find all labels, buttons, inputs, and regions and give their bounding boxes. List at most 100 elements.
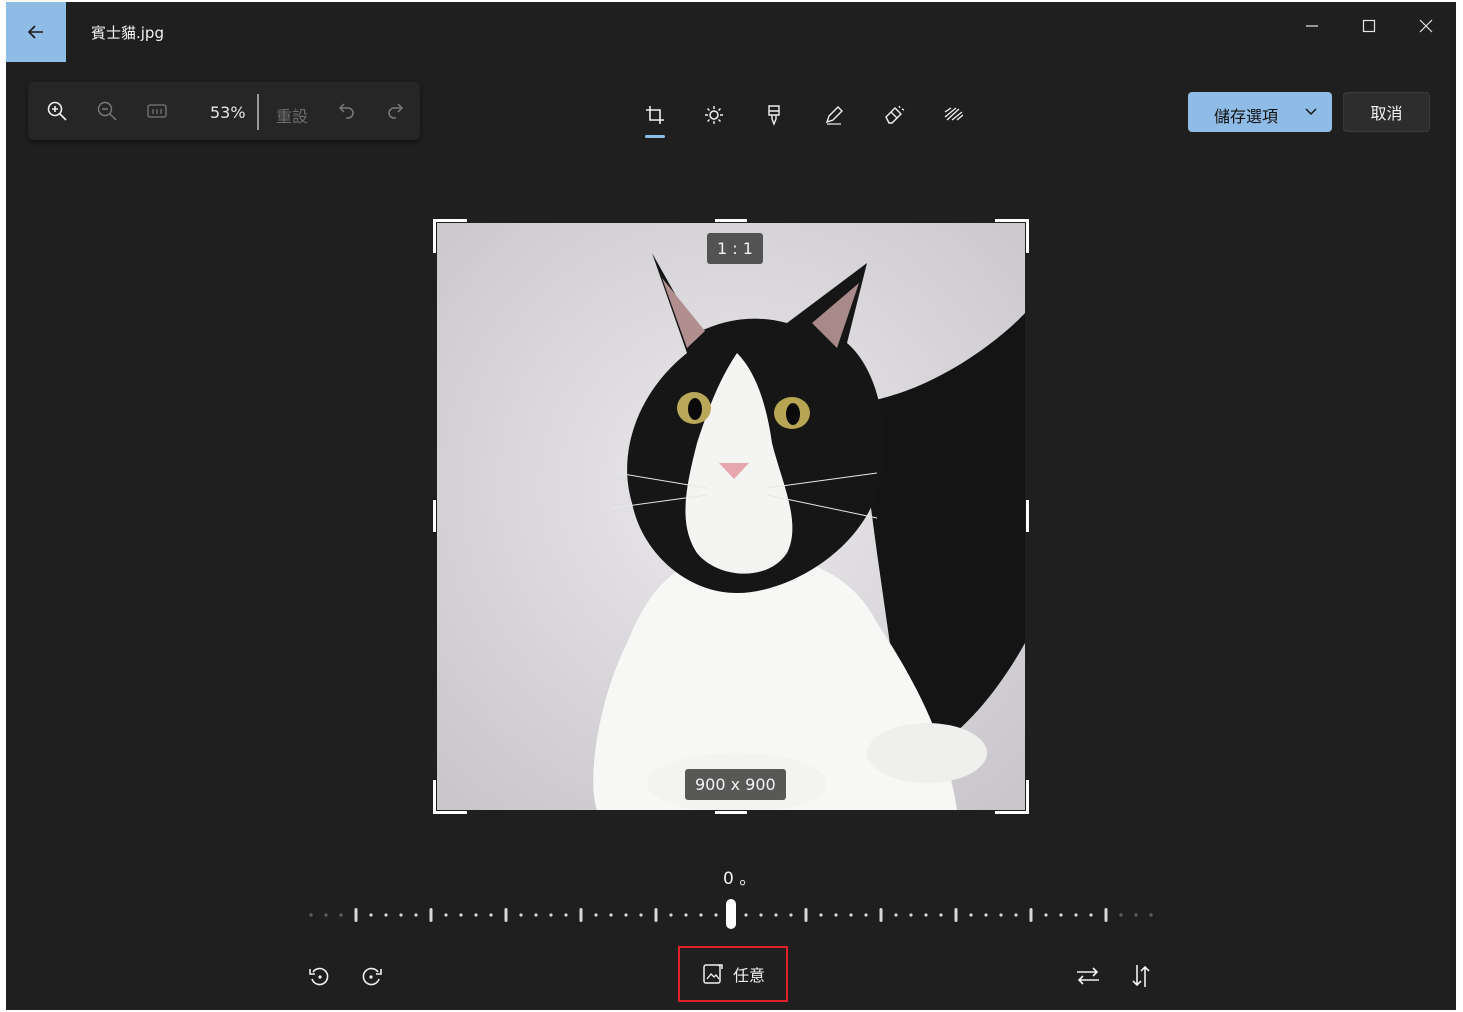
- zoom-out-button[interactable]: [92, 96, 122, 126]
- maximize-icon: [1362, 19, 1376, 33]
- ruler-major-tick: [954, 908, 958, 922]
- adjust-tool-button[interactable]: [696, 97, 732, 133]
- flip-vertical-button[interactable]: [1125, 960, 1157, 992]
- ruler-minor-tick: [909, 913, 913, 917]
- ruler-minor-tick: [699, 913, 703, 917]
- ruler-major-tick: [504, 908, 508, 922]
- undo-icon: [338, 103, 354, 119]
- ruler-minor-tick: [534, 913, 538, 917]
- ruler-minor-tick: [834, 913, 838, 917]
- redo-button[interactable]: [380, 96, 410, 126]
- ruler-minor-tick: [1119, 913, 1123, 917]
- ruler-major-tick: [429, 908, 433, 922]
- ruler-minor-tick: [1089, 913, 1093, 917]
- ruler-minor-tick: [759, 913, 763, 917]
- flip-horizontal-icon: [1077, 967, 1099, 985]
- ruler-major-tick: [879, 908, 883, 922]
- ruler-minor-tick: [714, 913, 718, 917]
- crop-handle-bottom-left[interactable]: [433, 811, 467, 814]
- flip-horizontal-button[interactable]: [1072, 960, 1104, 992]
- ruler-major-tick: [804, 908, 808, 922]
- ruler-minor-tick: [924, 913, 928, 917]
- rotate-right-button[interactable]: [356, 960, 388, 992]
- rotate-right-icon: [362, 967, 382, 986]
- zoom-percentage: 53%: [210, 103, 246, 122]
- ruler-minor-tick: [624, 913, 628, 917]
- crop-handle-top[interactable]: [715, 219, 747, 222]
- filter-tool-button[interactable]: [756, 97, 792, 133]
- save-options-label: 儲存選項: [1214, 107, 1279, 126]
- undo-button[interactable]: [332, 96, 362, 126]
- crop-handle-top-left[interactable]: [433, 219, 467, 222]
- background-blur-icon: [944, 107, 964, 121]
- ruler-major-tick: [579, 908, 583, 922]
- ruler-minor-tick: [984, 913, 988, 917]
- crop-handle-left[interactable]: [433, 500, 436, 532]
- reset-button[interactable]: 重設: [276, 103, 308, 127]
- maximize-button[interactable]: [1349, 10, 1389, 42]
- minimize-button[interactable]: [1292, 10, 1332, 42]
- erase-tool-button[interactable]: [876, 97, 912, 133]
- save-options-button[interactable]: 儲存選項: [1188, 92, 1332, 132]
- ruler-minor-tick: [414, 913, 418, 917]
- crop-handle-bottom-right-v[interactable]: [1026, 780, 1029, 814]
- ruler-minor-tick: [609, 913, 613, 917]
- eraser-icon: [885, 105, 905, 124]
- actual-size-button[interactable]: [142, 96, 172, 126]
- brightness-icon: [705, 106, 723, 124]
- ruler-minor-tick: [309, 913, 313, 917]
- active-tool-indicator: [645, 135, 665, 138]
- ruler-minor-tick: [774, 913, 778, 917]
- ruler-minor-tick: [864, 913, 868, 917]
- ruler-minor-tick: [669, 913, 673, 917]
- crop-handle-right[interactable]: [1026, 500, 1029, 532]
- redo-icon: [388, 103, 404, 119]
- crop-frame[interactable]: 1 : 1 900 x 900: [433, 219, 1029, 814]
- cancel-button[interactable]: 取消: [1343, 92, 1430, 132]
- rotation-slider-thumb[interactable]: [726, 899, 736, 929]
- ruler-minor-tick: [819, 913, 823, 917]
- crop-handle-top-right-v[interactable]: [1026, 219, 1029, 253]
- crop-tool-button[interactable]: [637, 97, 673, 133]
- rotate-left-button[interactable]: [303, 960, 335, 992]
- cat-photo: [437, 223, 1025, 810]
- ruler-minor-tick: [969, 913, 973, 917]
- markup-tool-button[interactable]: [816, 97, 852, 133]
- crop-handle-bottom[interactable]: [715, 811, 747, 814]
- ruler-minor-tick: [459, 913, 463, 917]
- window-title: 賓士貓.jpg: [91, 24, 164, 42]
- crop-handle-bottom-left-v[interactable]: [433, 780, 436, 814]
- actual-size-icon: [147, 104, 167, 118]
- ruler-minor-tick: [789, 913, 793, 917]
- aspect-ratio-button[interactable]: 任意: [678, 946, 788, 1002]
- ruler-minor-tick: [594, 913, 598, 917]
- zoom-in-button[interactable]: [42, 96, 72, 126]
- ruler-minor-tick: [1014, 913, 1018, 917]
- crop-icon: [646, 106, 664, 124]
- ruler-minor-tick: [489, 913, 493, 917]
- back-button[interactable]: [6, 2, 66, 62]
- crop-handle-top-right[interactable]: [995, 219, 1029, 222]
- flip-vertical-icon: [1132, 965, 1150, 987]
- ruler-minor-tick: [684, 913, 688, 917]
- ruler-minor-tick: [384, 913, 388, 917]
- photos-editor-window: 賓士貓.jpg 53% 重設 儲存選項 取消 1: 1 900 x 900 0…: [6, 2, 1456, 1010]
- ruler-minor-tick: [444, 913, 448, 917]
- ruler-minor-tick: [519, 913, 523, 917]
- background-tool-button[interactable]: [936, 97, 972, 133]
- ruler-minor-tick: [744, 913, 748, 917]
- close-button[interactable]: [1406, 10, 1446, 42]
- crop-handle-top-left-v[interactable]: [433, 219, 436, 253]
- pen-icon: [825, 106, 843, 125]
- crop-handle-bottom-right[interactable]: [995, 811, 1029, 814]
- ruler-minor-tick: [1149, 913, 1153, 917]
- ruler-minor-tick: [999, 913, 1003, 917]
- arrow-left-icon: [27, 25, 43, 39]
- ruler-minor-tick: [1044, 913, 1048, 917]
- ruler-minor-tick: [339, 913, 343, 917]
- ruler-minor-tick: [564, 913, 568, 917]
- zoom-toolbar: 53% 重設: [28, 82, 420, 140]
- ruler-minor-tick: [369, 913, 373, 917]
- rotate-left-icon: [309, 967, 329, 986]
- aspect-ratio-badge: 1 : 1: [707, 233, 763, 264]
